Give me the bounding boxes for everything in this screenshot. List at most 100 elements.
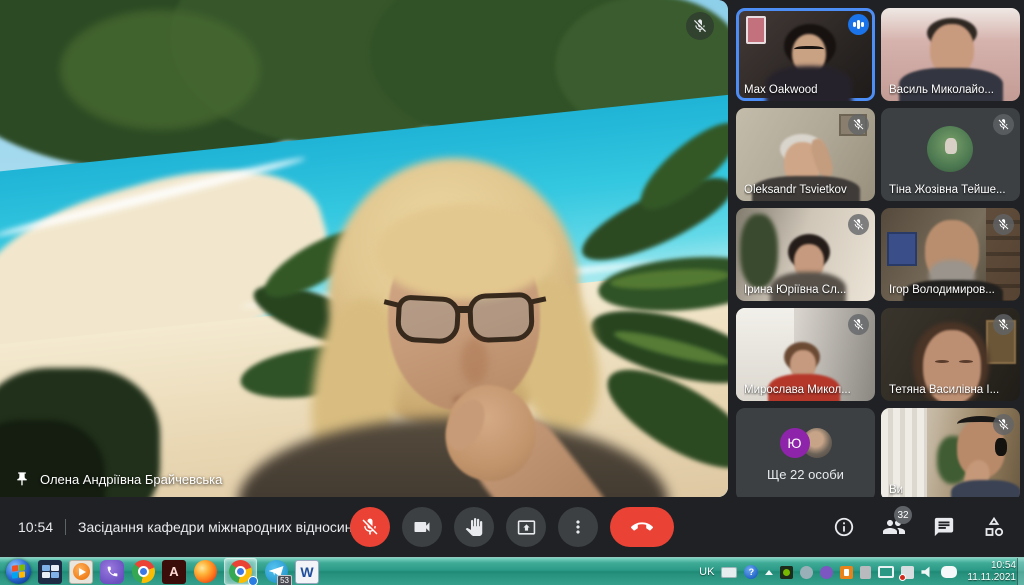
decor — [881, 408, 927, 501]
profile-badge — [248, 576, 258, 585]
mic-off-icon — [360, 517, 380, 537]
meeting-details-button[interactable] — [832, 515, 856, 539]
self-view-label: Ви — [889, 484, 903, 496]
taskbar-chrome-icon[interactable] — [131, 560, 155, 584]
show-desktop-button[interactable] — [1017, 558, 1024, 585]
taskbar-active-chrome-button[interactable] — [224, 558, 257, 585]
mic-muted-indicator — [848, 214, 869, 235]
activities-button[interactable] — [982, 515, 1006, 539]
raise-hand-button[interactable] — [454, 507, 494, 547]
participant-tile-tina[interactable]: Тіна Жозівна Тейше... — [881, 108, 1020, 201]
overflow-count-label: Ще 22 особи — [767, 467, 844, 482]
meeting-clock: 10:54 — [18, 519, 53, 535]
chat-button[interactable] — [932, 515, 956, 539]
keyboard-layout-icon[interactable] — [721, 567, 737, 578]
mic-muted-indicator — [993, 414, 1014, 435]
participant-tile-iryna[interactable]: Ірина Юріївна Сл... — [736, 208, 875, 301]
acrobat-glyph: A — [169, 564, 178, 579]
taskbar-viber-icon[interactable] — [100, 560, 124, 584]
microphone-toggle-button[interactable] — [350, 507, 390, 547]
videocam-icon — [412, 517, 432, 537]
nvidia-tray-icon[interactable] — [780, 566, 793, 579]
decor — [455, 306, 472, 313]
tray-icon-lock[interactable] — [860, 566, 871, 579]
participant-name: Max Oakwood — [744, 84, 818, 96]
show-participants-button[interactable]: 32 — [882, 515, 906, 539]
decor — [746, 16, 766, 44]
system-tray: UK ? 10:54 11.11.2021 — [699, 558, 1016, 585]
decor — [959, 360, 973, 363]
volume-tray-icon[interactable] — [921, 566, 934, 578]
mic-muted-indicator — [686, 12, 714, 40]
tray-icon-orange[interactable] — [840, 566, 853, 579]
info-icon — [833, 516, 855, 538]
participant-tile-tetiana[interactable]: Тетяна Василівна І... — [881, 308, 1020, 401]
show-hidden-icons-arrow[interactable] — [765, 570, 773, 575]
pin-icon — [14, 471, 30, 487]
participant-name: Ірина Юріївна Сл... — [744, 284, 846, 296]
chat-icon — [933, 516, 955, 538]
main-speaker-label: Олена Андріївна Брайчевська — [40, 472, 222, 487]
participant-tile-ihor[interactable]: Ігор Володимиров... — [881, 208, 1020, 301]
help-tray-icon[interactable]: ? — [744, 565, 758, 579]
participant-name: Василь Миколайо... — [889, 84, 994, 96]
taskbar-media-player-icon[interactable] — [69, 560, 93, 584]
more-options-button[interactable] — [558, 507, 598, 547]
ime-tray-icon[interactable] — [941, 566, 957, 578]
leave-call-button[interactable] — [610, 507, 674, 547]
present-screen-button[interactable] — [506, 507, 546, 547]
decor — [995, 438, 1007, 456]
mic-muted-indicator — [848, 314, 869, 335]
participant-tile-max-oakwood[interactable]: Max Oakwood — [736, 8, 875, 101]
hand-icon — [465, 518, 483, 536]
participant-name: Мирослава Микол... — [744, 384, 851, 396]
language-indicator[interactable]: UK — [699, 566, 714, 578]
participants-sidebar: Max Oakwood Василь Миколайо... Oleksandr… — [736, 0, 1024, 497]
self-view-tile[interactable]: Ви — [881, 408, 1020, 501]
decor — [935, 360, 949, 363]
camera-toggle-button[interactable] — [402, 507, 442, 547]
taskbar-acrobat-icon[interactable]: A — [162, 560, 186, 584]
mic-muted-indicator — [848, 114, 869, 135]
taskbar-firefox-icon[interactable] — [193, 560, 217, 584]
call-end-icon — [631, 516, 653, 538]
participant-tile-oleksandr[interactable]: Oleksandr Tsvietkov — [736, 108, 875, 201]
glasses-right-lens — [467, 292, 535, 343]
network-tray-icon[interactable] — [878, 566, 894, 578]
taskbar-telegram-icon[interactable]: 53 — [264, 560, 288, 584]
decor — [887, 232, 917, 266]
taskbar-clock[interactable]: 10:54 11.11.2021 — [967, 560, 1016, 584]
present-icon — [517, 518, 536, 537]
decor — [945, 138, 957, 154]
divider — [65, 519, 66, 535]
word-glyph: W — [300, 564, 313, 580]
participants-count-badge: 32 — [894, 506, 912, 524]
tray-icon-notification[interactable] — [901, 566, 914, 579]
avatar-stack: Ю — [780, 428, 832, 458]
participant-tile-vasyl[interactable]: Василь Миколайо... — [881, 8, 1020, 101]
taskbar-time: 10:54 — [967, 560, 1016, 572]
taskbar-word-icon[interactable]: W — [295, 560, 319, 584]
viber-tray-icon[interactable] — [820, 566, 833, 579]
tray-icon-grey[interactable] — [800, 566, 813, 579]
audio-speaking-indicator — [848, 14, 869, 35]
taskbar-date: 11.11.2021 — [967, 572, 1016, 584]
decor — [461, 338, 488, 384]
mic-muted-indicator — [993, 114, 1014, 135]
participant-name: Oleksandr Tsvietkov — [744, 184, 847, 196]
google-meet-window: Олена Андріївна Брайчевська Max Oakwood … — [0, 0, 1024, 585]
more-vert-icon — [568, 517, 588, 537]
taskbar-app-tiles-icon[interactable] — [38, 560, 62, 584]
avatar-letter: Ю — [780, 428, 810, 458]
main-video-tile[interactable]: Олена Андріївна Брайчевська — [0, 0, 728, 497]
decor — [376, 204, 554, 300]
participant-name: Тіна Жозівна Тейше... — [889, 184, 1006, 196]
meeting-title: Засідання кафедри міжнародних відносин..… — [78, 519, 364, 535]
windows-logo-icon — [12, 564, 25, 578]
start-button[interactable] — [6, 559, 31, 584]
mic-muted-indicator — [993, 214, 1014, 235]
mic-off-icon — [692, 18, 708, 34]
participant-name: Тетяна Василівна І... — [889, 384, 999, 396]
overflow-participants-tile[interactable]: Ю Ще 22 особи — [736, 408, 875, 501]
participant-tile-myroslava[interactable]: Мирослава Микол... — [736, 308, 875, 401]
